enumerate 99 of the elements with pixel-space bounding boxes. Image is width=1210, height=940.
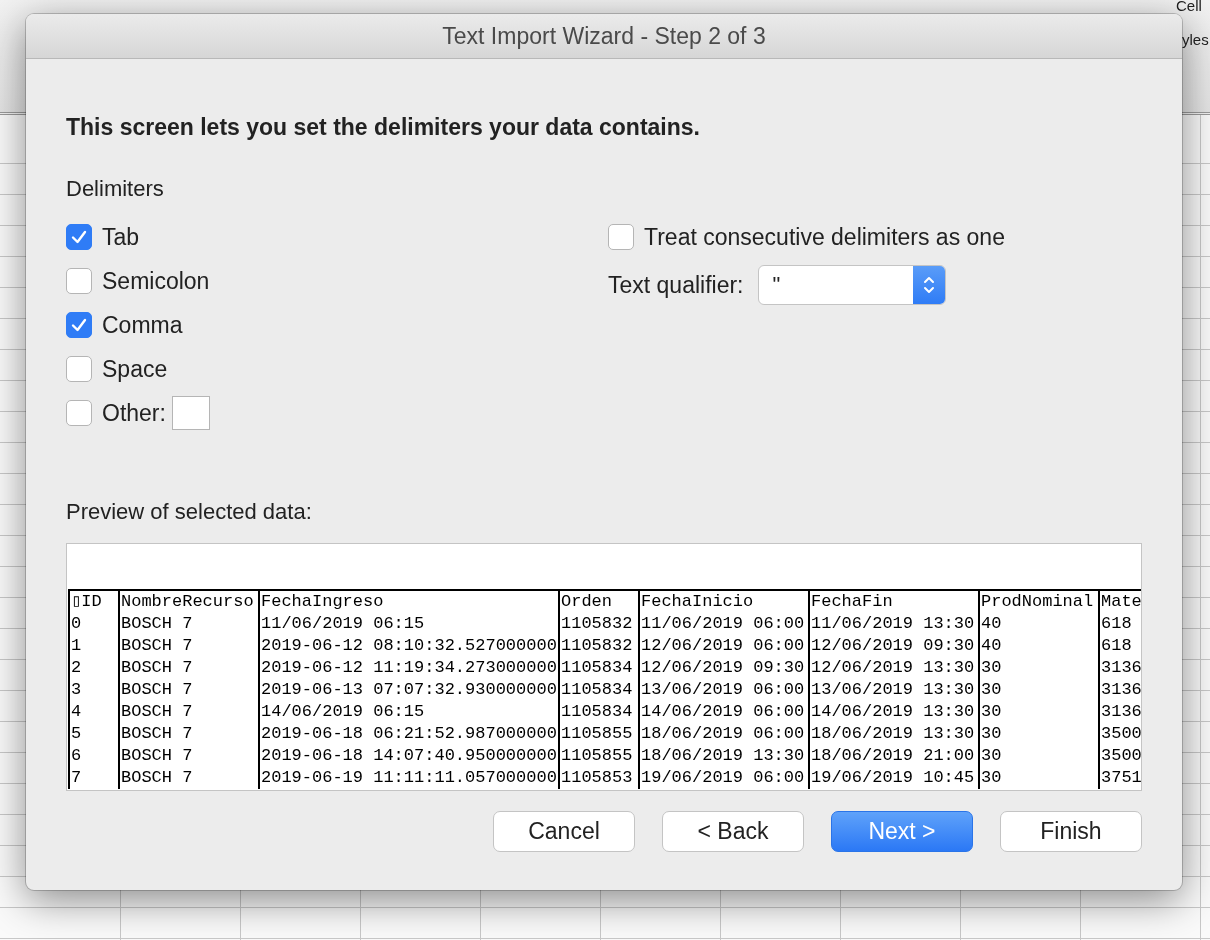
checkbox-label[interactable]: Space [102,355,168,383]
table-cell: 1105834 [559,701,639,723]
table-cell: 12/06/2019 09:30 [639,657,809,679]
checkbox-label[interactable]: Semicolon [102,267,210,295]
table-cell: BOSCH 7 [119,679,259,701]
table-cell: 3136 [1099,701,1141,723]
table-cell: BOSCH 7 [119,767,259,789]
checkbox-label[interactable]: Other: [102,399,166,427]
chevron-up-down-icon [912,266,945,304]
table-cell: 30 [979,701,1099,723]
checkbox[interactable] [66,400,92,426]
column-header: FechaFin [809,590,979,613]
section-label: Delimiters [66,176,164,202]
column-header: Orden [559,590,639,613]
table-cell: 19/06/2019 10:45 [809,767,979,789]
checkbox[interactable] [66,224,92,250]
toolbar-label[interactable]: Cell [1176,0,1202,14]
table-cell: 11/06/2019 13:30 [809,613,979,635]
toolbar-label[interactable]: yles [1182,32,1209,48]
check-icon [70,316,88,334]
table-cell: 18/06/2019 21:00 [809,745,979,767]
table-cell: 40 [979,635,1099,657]
table-cell: 1105834 [559,679,639,701]
checkbox[interactable] [66,312,92,338]
table-cell: BOSCH 7 [119,723,259,745]
dialog-button[interactable]: Finish [1000,811,1142,852]
checkbox[interactable] [608,224,634,250]
table-cell: 1 [69,635,119,657]
table-cell: 3136 [1099,679,1141,701]
table-cell: 14/06/2019 13:30 [809,701,979,723]
table-cell: 3 [69,679,119,701]
table-cell: 30 [979,657,1099,679]
input-field[interactable] [171,396,210,430]
table-cell: 2019-06-18 14:07:40.950000000 [259,745,559,767]
field-label: Text qualifier: [608,271,744,299]
table-cell: BOSCH 7 [119,745,259,767]
table-cell: 2019-06-12 08:10:32.527000000 [259,635,559,657]
table-cell: 18/06/2019 13:30 [809,723,979,745]
table-cell: BOSCH 7 [119,635,259,657]
table-cell: BOSCH 7 [119,657,259,679]
table-cell: 1105855 [559,745,639,767]
checkbox-label[interactable]: Comma [102,311,183,339]
column-header: ProdNominal [979,590,1099,613]
table-cell: 13/06/2019 13:30 [809,679,979,701]
table-cell: 13/06/2019 06:00 [639,679,809,701]
check-icon [70,228,88,246]
table-cell: 40 [979,613,1099,635]
dialog-button[interactable]: < Back [662,811,804,852]
table-cell: 14/06/2019 06:00 [639,701,809,723]
table-cell: 1105855 [559,723,639,745]
column-header: FechaInicio [639,590,809,613]
dialog-button[interactable]: Cancel [493,811,635,852]
text-qualifier-select[interactable]: " [757,265,946,305]
table-cell: 618 [1099,635,1141,657]
table-cell: BOSCH 7 [119,613,259,635]
table-cell: 1105832 [559,635,639,657]
table-cell: 3500 [1099,745,1141,767]
table-cell: 1105853 [559,767,639,789]
table-cell: 1105832 [559,613,639,635]
column-header: ▯ID [69,590,119,613]
table-cell: 30 [979,723,1099,745]
table-cell: 2019-06-19 11:11:11.057000000 [259,767,559,789]
table-cell: 0 [69,613,119,635]
table-cell: 1105834 [559,657,639,679]
table-cell: 19/06/2019 06:00 [639,767,809,789]
section-label: Preview of selected data: [66,499,312,525]
table-cell: 3751 [1099,767,1141,789]
column-header: Mate [1099,590,1141,613]
table-cell: 2019-06-12 11:19:34.273000000 [259,657,559,679]
table-cell: 6 [69,745,119,767]
column-header: NombreRecurso [119,590,259,613]
table-cell: 12/06/2019 06:00 [639,635,809,657]
table-cell: 7 [69,767,119,789]
table-cell: 12/06/2019 13:30 [809,657,979,679]
table-cell: 30 [979,679,1099,701]
table-cell: 618 [1099,613,1141,635]
table-cell: 12/06/2019 09:30 [809,635,979,657]
table-cell: 18/06/2019 13:30 [639,745,809,767]
table-cell: 30 [979,767,1099,789]
table-cell: 2019-06-13 07:07:32.930000000 [259,679,559,701]
table-cell: 14/06/2019 06:15 [259,701,559,723]
window-title: Text Import Wizard - Step 2 of 3 [442,22,766,50]
column-header: FechaIngreso [259,590,559,613]
table-cell: 5 [69,723,119,745]
table-cell: 18/06/2019 06:00 [639,723,809,745]
table-cell: 3136 [1099,657,1141,679]
checkbox[interactable] [66,356,92,382]
table-cell: 30 [979,745,1099,767]
checkbox-label[interactable]: Tab [102,223,140,251]
table-cell: 4 [69,701,119,723]
checkbox-label[interactable]: Treat consecutive delimiters as one [644,223,1005,251]
table-cell: 2019-06-18 06:21:52.987000000 [259,723,559,745]
table-cell: BOSCH 7 [119,701,259,723]
checkbox[interactable] [66,268,92,294]
table-cell: 11/06/2019 06:15 [259,613,559,635]
table-cell: 11/06/2019 06:00 [639,613,809,635]
table-cell: 3500 [1099,723,1141,745]
instruction-heading: This screen lets you set the delimiters your data contains. [66,113,701,141]
table-cell: 2 [69,657,119,679]
